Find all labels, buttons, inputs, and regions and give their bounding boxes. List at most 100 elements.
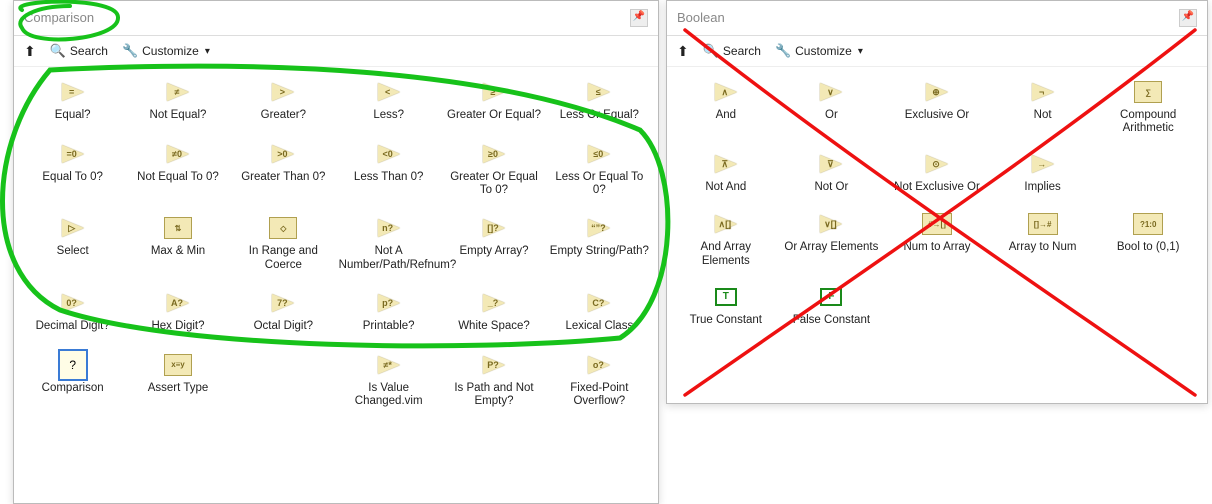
and-array-elements-icon: ∧[]	[711, 213, 741, 235]
comparison-item-is-value-changed-vim[interactable]: ≠*Is Value Changed.vim	[336, 354, 441, 408]
boolean-item-not-or[interactable]: ⊽Not Or	[779, 153, 885, 195]
boolean-item-bool-to-0-1[interactable]: ?1:0Bool to (0,1)	[1095, 213, 1201, 267]
comparison-item-not-equal-to-0[interactable]: ≠0Not Equal To 0?	[125, 143, 230, 197]
comparison-item-greater-than-0[interactable]: >0 Greater Than 0?	[231, 143, 336, 197]
comparison-item-not-a-number-path-refnum[interactable]: n?Not A Number/Path/Refnum?	[336, 217, 441, 271]
boolean-item-array-to-num[interactable]: []→#Array to Num	[990, 213, 1096, 267]
empty-array-icon: []?	[479, 217, 509, 239]
boolean-item-false-constant[interactable]: F False Constant	[779, 286, 885, 328]
comparison-item-less-than-0[interactable]: <0Less Than 0?	[336, 143, 441, 197]
comparison-item-assert-type[interactable]: x≡yAssert Type	[125, 354, 230, 408]
boolean-item-not-exclusive-or[interactable]: ⊙Not Exclusive Or	[884, 153, 990, 195]
boolean-item-implies[interactable]: → Implies	[990, 153, 1096, 195]
comparison-item-select[interactable]: ▷Select	[20, 217, 125, 271]
decimal-digit-icon: 0?	[58, 292, 88, 314]
empty-string-path-icon: “”?	[584, 217, 614, 239]
up-icon	[24, 43, 36, 60]
greater-than-0-icon: >0	[268, 143, 298, 165]
comparison-item-not-equal[interactable]: ≠Not Equal?	[125, 81, 230, 123]
comparison-item-comparison[interactable]: ?Comparison	[20, 354, 125, 408]
implies-icon: →	[1028, 153, 1058, 175]
boolean-item-compound-arithmetic[interactable]: ∑Compound Arithmetic	[1095, 81, 1201, 135]
item-label: False Constant	[793, 314, 870, 328]
search-label: Search	[70, 44, 108, 58]
item-label: Greater Or Equal?	[447, 109, 541, 123]
item-label: Empty String/Path?	[550, 245, 649, 259]
num-to-array-icon: #→[]	[922, 213, 952, 235]
select-icon: ▷	[58, 217, 88, 239]
customize-button[interactable]: Customize	[122, 43, 210, 59]
search-button[interactable]: Search	[703, 43, 761, 59]
item-label: Fixed-Point Overflow?	[549, 382, 649, 408]
pin-icon[interactable]: 📌	[1179, 9, 1197, 27]
item-label: Implies	[1024, 181, 1060, 195]
item-label: Decimal Digit?	[36, 320, 110, 334]
greater-or-equal-icon: ≥	[479, 81, 509, 103]
up-button[interactable]	[677, 43, 689, 60]
comparison-item-max-min[interactable]: ⇅Max & Min	[125, 217, 230, 271]
item-label: Less?	[373, 109, 404, 123]
item-label: Or Array Elements	[784, 241, 878, 255]
item-label: In Range and Coerce	[233, 245, 333, 271]
is-path-and-not-empty-icon: P?	[479, 354, 509, 376]
comparison-item-printable[interactable]: p?Printable?	[336, 292, 441, 334]
boolean-item-and-array-elements[interactable]: ∧[]And Array Elements	[673, 213, 779, 267]
comparison-item-equal-to-0[interactable]: =0Equal To 0?	[20, 143, 125, 197]
comparison-item-less-or-equal-to-0[interactable]: ≤0Less Or Equal To 0?	[547, 143, 652, 197]
wrench-icon	[122, 43, 138, 59]
item-label: Is Value Changed.vim	[339, 382, 439, 408]
item-label: Greater Or Equal To 0?	[444, 171, 544, 197]
item-label: Not Exclusive Or	[894, 181, 980, 195]
comparison-title: Comparison	[24, 1, 94, 35]
comparison-item-octal-digit[interactable]: 7?Octal Digit?	[231, 292, 336, 334]
comparison-item-equal[interactable]: =Equal?	[20, 81, 125, 123]
item-label: Equal?	[55, 109, 91, 123]
not-a-number-path-refnum-icon: n?	[374, 217, 404, 239]
boolean-item-true-constant[interactable]: TTrue Constant	[673, 286, 779, 328]
comparison-item-fixed-point-overflow[interactable]: o?Fixed-Point Overflow?	[547, 354, 652, 408]
boolean-item-or-array-elements[interactable]: ∨[] Or Array Elements	[779, 213, 885, 267]
boolean-item-num-to-array[interactable]: #→[]Num to Array	[884, 213, 990, 267]
boolean-item-and[interactable]: ∧And	[673, 81, 779, 135]
item-label: Or	[825, 109, 838, 123]
item-label: Not And	[705, 181, 746, 195]
comparison-item-in-range-and-coerce[interactable]: ◇In Range and Coerce	[231, 217, 336, 271]
pin-icon[interactable]: 📌	[630, 9, 648, 27]
boolean-title: Boolean	[677, 1, 725, 35]
comparison-item-less-or-equal[interactable]: ≤Less Or Equal?	[547, 81, 652, 123]
search-icon	[50, 43, 66, 59]
comparison-item-white-space[interactable]: _?White Space?	[441, 292, 546, 334]
customize-button[interactable]: Customize	[775, 43, 863, 59]
boolean-item-exclusive-or[interactable]: ⊕ Exclusive Or	[884, 81, 990, 135]
item-label: Not Equal?	[150, 109, 207, 123]
comparison-item-lexical-class[interactable]: C?Lexical Class	[547, 292, 652, 334]
comparison-item-empty-array[interactable]: []?Empty Array?	[441, 217, 546, 271]
up-button[interactable]	[24, 43, 36, 60]
comparison-item-less[interactable]: <Less?	[336, 81, 441, 123]
search-button[interactable]: Search	[50, 43, 108, 59]
comparison-item-empty-string-path[interactable]: “”? Empty String/Path?	[547, 217, 652, 271]
boolean-item-not-and[interactable]: ⊼Not And	[673, 153, 779, 195]
comparison-item-hex-digit[interactable]: A?Hex Digit?	[125, 292, 230, 334]
item-label: Hex Digit?	[151, 320, 204, 334]
comparison-icon: ?	[58, 354, 88, 376]
item-label: Bool to (0,1)	[1117, 241, 1180, 255]
comparison-item-greater[interactable]: >Greater?	[231, 81, 336, 123]
boolean-item-not[interactable]: ¬Not	[990, 81, 1096, 135]
boolean-toolbar: Search Customize	[667, 36, 1207, 67]
comparison-item-is-path-and-not-empty[interactable]: P?Is Path and Not Empty?	[441, 354, 546, 408]
comparison-item-greater-or-equal-to-0[interactable]: ≥0Greater Or Equal To 0?	[441, 143, 546, 197]
item-label: Greater Than 0?	[241, 171, 325, 185]
up-icon	[677, 43, 689, 60]
or-array-elements-icon: ∨[]	[816, 213, 846, 235]
comparison-item-greater-or-equal[interactable]: ≥ Greater Or Equal?	[441, 81, 546, 123]
item-label: Not Equal To 0?	[137, 171, 219, 185]
exclusive-or-icon: ⊕	[922, 81, 952, 103]
search-label: Search	[723, 44, 761, 58]
comparison-item-decimal-digit[interactable]: 0? Decimal Digit?	[20, 292, 125, 334]
item-label: Exclusive Or	[905, 109, 970, 123]
false-constant-icon: F	[816, 286, 846, 308]
item-label: Less Or Equal To 0?	[549, 171, 649, 197]
item-label: Max & Min	[151, 245, 205, 259]
boolean-item-or[interactable]: ∨Or	[779, 81, 885, 135]
